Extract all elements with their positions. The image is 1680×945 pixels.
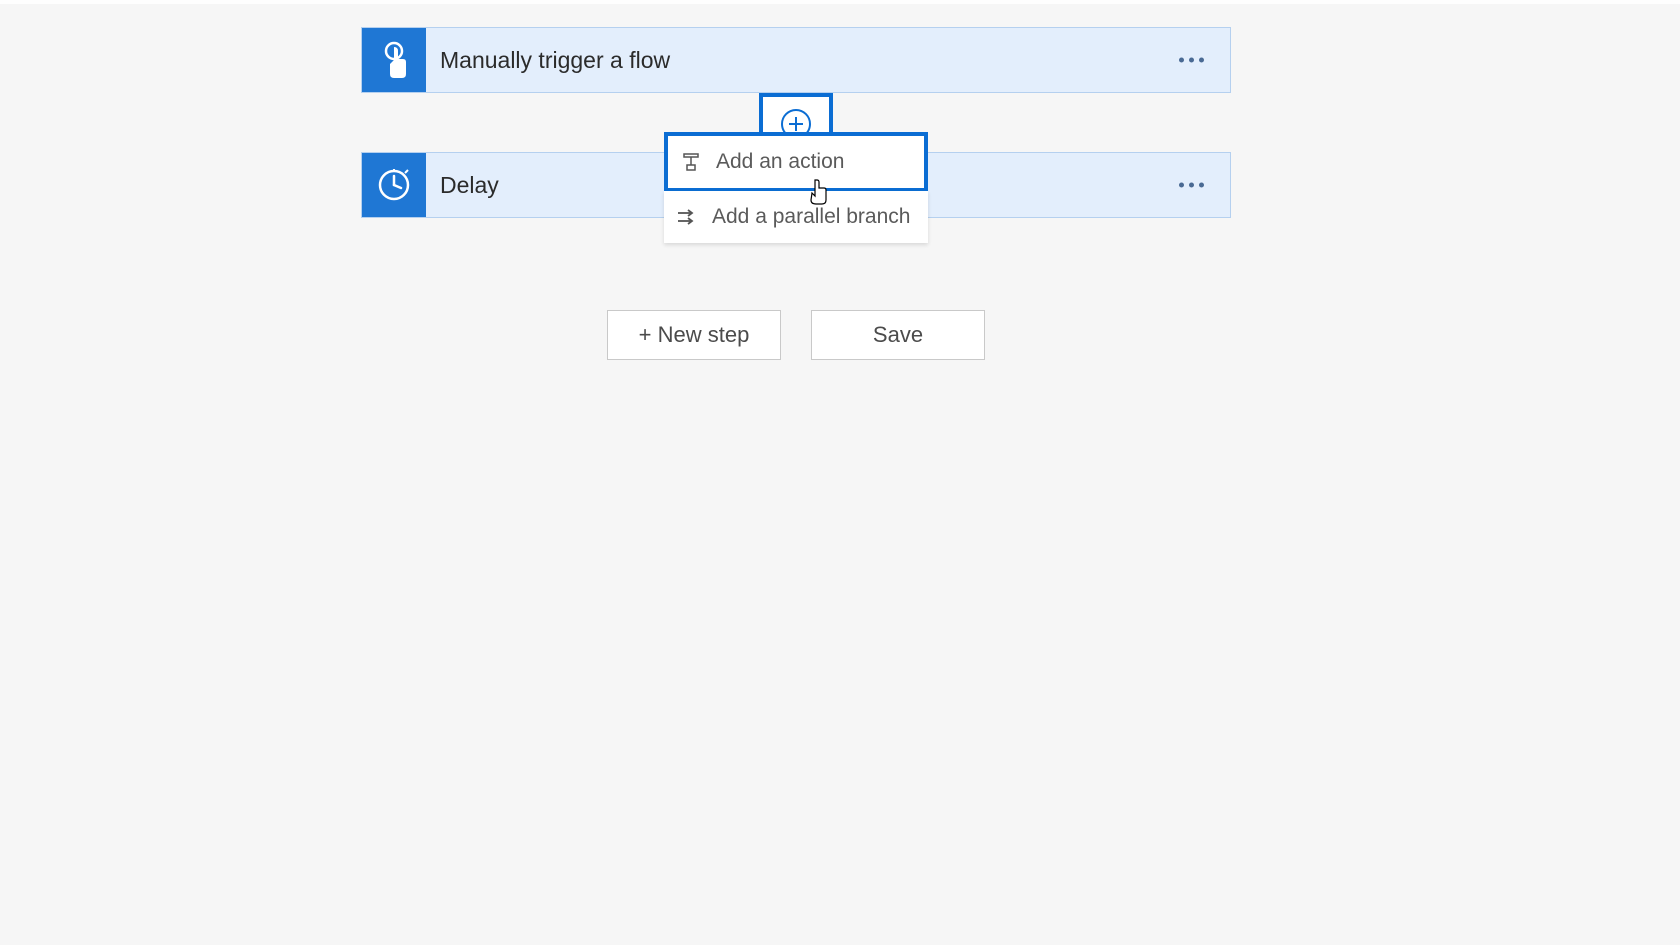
bottom-button-row: + New step Save — [607, 310, 985, 360]
dot-icon — [1179, 58, 1184, 63]
flow-canvas: Manually trigger a flow — [361, 27, 1231, 218]
add-action-menu-item[interactable]: Add an action — [664, 132, 928, 192]
connector-area: Add an action Add a parallel branch — [361, 93, 1231, 152]
top-border — [0, 0, 1680, 4]
add-action-icon — [680, 151, 702, 173]
dot-icon — [1179, 183, 1184, 188]
insert-popup-menu: Add an action Add a parallel branch — [664, 132, 928, 243]
touch-icon — [376, 40, 412, 80]
add-parallel-branch-label: Add a parallel branch — [712, 205, 910, 229]
dot-icon — [1199, 58, 1204, 63]
delay-step-icon-box — [362, 153, 426, 217]
new-step-button[interactable]: + New step — [607, 310, 781, 360]
parallel-branch-icon — [676, 206, 698, 228]
clock-icon — [375, 166, 413, 204]
trigger-more-menu[interactable] — [1171, 50, 1212, 71]
dot-icon — [1189, 183, 1194, 188]
add-action-label: Add an action — [716, 150, 844, 174]
trigger-step-title: Manually trigger a flow — [440, 47, 1230, 74]
dot-icon — [1199, 183, 1204, 188]
delay-more-menu[interactable] — [1171, 175, 1212, 196]
trigger-step-icon-box — [362, 28, 426, 92]
add-parallel-branch-menu-item[interactable]: Add a parallel branch — [664, 191, 928, 243]
save-button[interactable]: Save — [811, 310, 985, 360]
dot-icon — [1189, 58, 1194, 63]
trigger-step-card[interactable]: Manually trigger a flow — [361, 27, 1231, 93]
plus-icon — [788, 116, 804, 132]
